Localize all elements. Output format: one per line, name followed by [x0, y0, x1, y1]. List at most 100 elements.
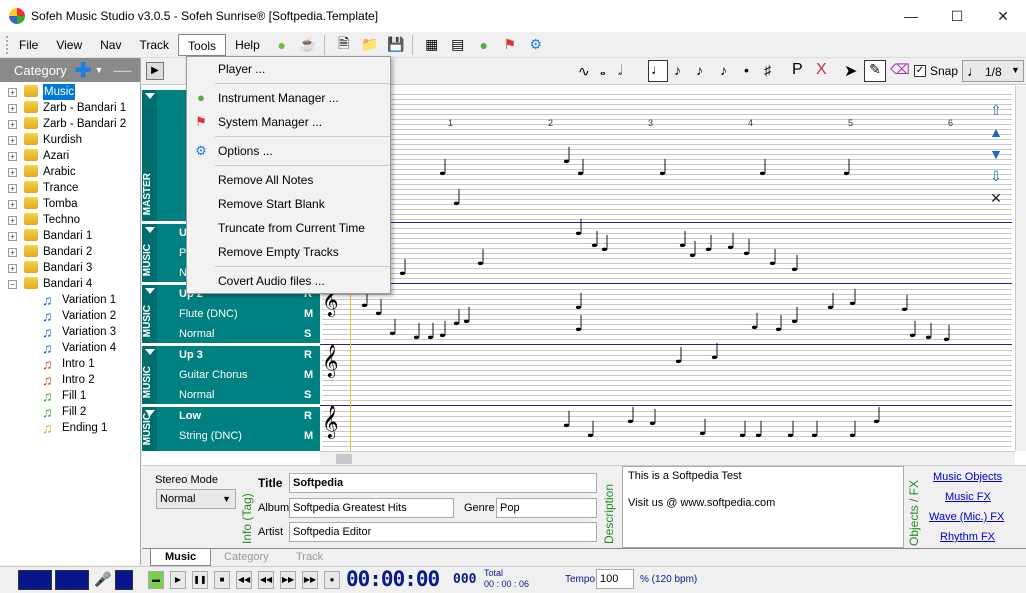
stop-button[interactable]: ■ — [214, 571, 230, 589]
note[interactable]: ♩ — [658, 158, 668, 180]
expand-toggle-icon[interactable]: + — [8, 88, 17, 97]
loop-button[interactable]: ▬ — [148, 571, 164, 589]
mute-toggle[interactable]: M — [304, 369, 313, 381]
note[interactable]: ♩ — [768, 248, 778, 270]
note[interactable]: ♩ — [626, 406, 636, 428]
solo-toggle[interactable]: S — [304, 328, 311, 340]
menu-system-manager[interactable]: ⚑ System Manager ... — [187, 110, 390, 134]
note[interactable]: ♩ — [738, 420, 748, 442]
android-icon[interactable]: ● — [272, 35, 292, 55]
pencil-icon[interactable]: ✎ — [864, 60, 886, 82]
tree-child-item[interactable]: ♫ Ending 1 — [0, 420, 140, 436]
note[interactable]: ♩ — [726, 232, 736, 254]
remove-category-icon[interactable]: — — [113, 60, 131, 81]
tree-item[interactable]: + Bandari 1 — [0, 228, 140, 244]
whole-note-icon[interactable]: 𝅝 — [600, 62, 606, 79]
note[interactable]: ♩ — [942, 324, 952, 346]
note[interactable]: ♩ — [790, 306, 800, 328]
note[interactable]: ♩ — [562, 146, 572, 168]
note[interactable]: ♩ — [688, 240, 698, 262]
instrument-icon[interactable]: ● — [474, 35, 494, 55]
note[interactable]: ♩ — [648, 408, 658, 430]
note[interactable]: ♩ — [374, 298, 384, 320]
dropdown-arrow-icon[interactable]: ▼ — [95, 65, 104, 75]
note[interactable]: ♩ — [462, 306, 472, 328]
expand-toggle-icon[interactable]: + — [8, 216, 17, 225]
menu-covert-audio[interactable]: Covert Audio files ... — [187, 269, 390, 293]
tab-category[interactable]: Category — [210, 549, 283, 566]
music-objects-link[interactable]: Music Objects — [933, 471, 1002, 483]
tree-item[interactable]: + Bandari 2 — [0, 244, 140, 260]
tree-item[interactable]: + Bandari 3 — [0, 260, 140, 276]
thirtysecond-note-icon[interactable]: ♪ — [720, 62, 727, 78]
menu-help[interactable]: Help — [226, 34, 269, 56]
note[interactable]: ♩ — [452, 308, 462, 330]
move-up-icon[interactable]: ▲ — [988, 124, 1004, 140]
menu-nav[interactable]: Nav — [91, 34, 130, 56]
menu-remove-empty-tracks[interactable]: Remove Empty Tracks — [187, 240, 390, 264]
note[interactable]: ♩ — [574, 218, 584, 240]
note[interactable]: ♩ — [576, 158, 586, 180]
tab-music[interactable]: Music — [150, 549, 212, 566]
no-pedal-icon[interactable]: X — [816, 61, 827, 79]
rewind-button[interactable]: ◀◀ — [258, 571, 274, 589]
system-icon[interactable]: ⚑ — [500, 35, 520, 55]
note[interactable]: ♩ — [786, 420, 796, 442]
description-box[interactable]: This is a Softpedia Test Visit us @ www.… — [622, 466, 904, 548]
expand-toggle-icon[interactable]: + — [8, 104, 17, 113]
tree-child-item[interactable]: ♫ Intro 1 — [0, 356, 140, 372]
note[interactable]: ♩ — [710, 342, 720, 364]
pause-button[interactable]: ❚❚ — [192, 571, 208, 589]
note[interactable]: ♩ — [698, 418, 708, 440]
mute-toggle[interactable]: M — [304, 308, 313, 320]
note[interactable]: ♩ — [398, 258, 408, 280]
artist-field[interactable]: Softpedia Editor — [289, 522, 597, 542]
move-bottom-icon[interactable]: ⇩ — [988, 168, 1004, 184]
record-toggle[interactable]: R — [304, 410, 312, 422]
microphone-icon[interactable]: 🎤 — [94, 571, 111, 588]
eraser-icon[interactable]: ⌫ — [890, 61, 910, 78]
pedal-icon[interactable]: P — [792, 61, 803, 79]
menu-remove-all-notes[interactable]: Remove All Notes — [187, 168, 390, 192]
note[interactable]: ♩ — [562, 410, 572, 432]
note[interactable]: ♩ — [810, 420, 820, 442]
menu-options[interactable]: ⚙ Options ... — [187, 139, 390, 163]
note[interactable]: ♩ — [872, 406, 882, 428]
note[interactable]: ♩ — [600, 234, 610, 256]
mute-toggle[interactable]: M — [304, 430, 313, 442]
scroll-thumb[interactable] — [336, 454, 352, 464]
tree-item[interactable]: + Arabic — [0, 164, 140, 180]
note[interactable]: ♩ — [924, 322, 934, 344]
record-toggle[interactable]: R — [304, 349, 312, 361]
forward-end-button[interactable]: ▶▶ — [302, 571, 318, 589]
tree-item[interactable]: + Kurdish — [0, 132, 140, 148]
tree-child-item[interactable]: ♫ Variation 2 — [0, 308, 140, 324]
dot-icon[interactable]: • — [744, 62, 749, 78]
menu-file[interactable]: File — [10, 34, 47, 56]
tree-item[interactable]: + Techno — [0, 212, 140, 228]
expand-toggle-icon[interactable]: + — [8, 136, 17, 145]
snap-checkbox[interactable]: ✓ — [914, 65, 926, 77]
horizontal-scrollbar[interactable] — [320, 451, 1015, 465]
tree-child-item[interactable]: ♫ Fill 2 — [0, 404, 140, 420]
music-fx-link[interactable]: Music FX — [945, 491, 991, 503]
piano-icon[interactable]: ▤ — [448, 35, 468, 55]
tree-item[interactable]: − Bandari 4 — [0, 276, 140, 292]
tree-item[interactable]: + Zarb - Bandari 2 — [0, 116, 140, 132]
minimize-button[interactable]: — — [888, 0, 934, 32]
note[interactable]: ♩ — [388, 318, 398, 340]
tree-child-item[interactable]: ♫ Variation 3 — [0, 324, 140, 340]
new-file-icon[interactable]: 🗎 — [334, 35, 354, 55]
note[interactable]: ♩ — [758, 158, 768, 180]
collapse-icon[interactable] — [145, 227, 155, 233]
note[interactable]: ♩ — [476, 248, 486, 270]
note[interactable]: ♩ — [674, 346, 684, 368]
tempo-input[interactable]: 100 — [596, 569, 634, 589]
record-button[interactable]: ● — [324, 571, 340, 589]
menu-track[interactable]: Track — [130, 34, 178, 56]
forward-button[interactable]: ▶▶ — [280, 571, 296, 589]
note[interactable]: ♩ — [590, 230, 600, 252]
half-note-icon[interactable]: 𝅗𝅥 — [618, 62, 622, 79]
play-button[interactable]: ▶ — [170, 571, 186, 589]
expand-toggle-icon[interactable]: + — [8, 152, 17, 161]
